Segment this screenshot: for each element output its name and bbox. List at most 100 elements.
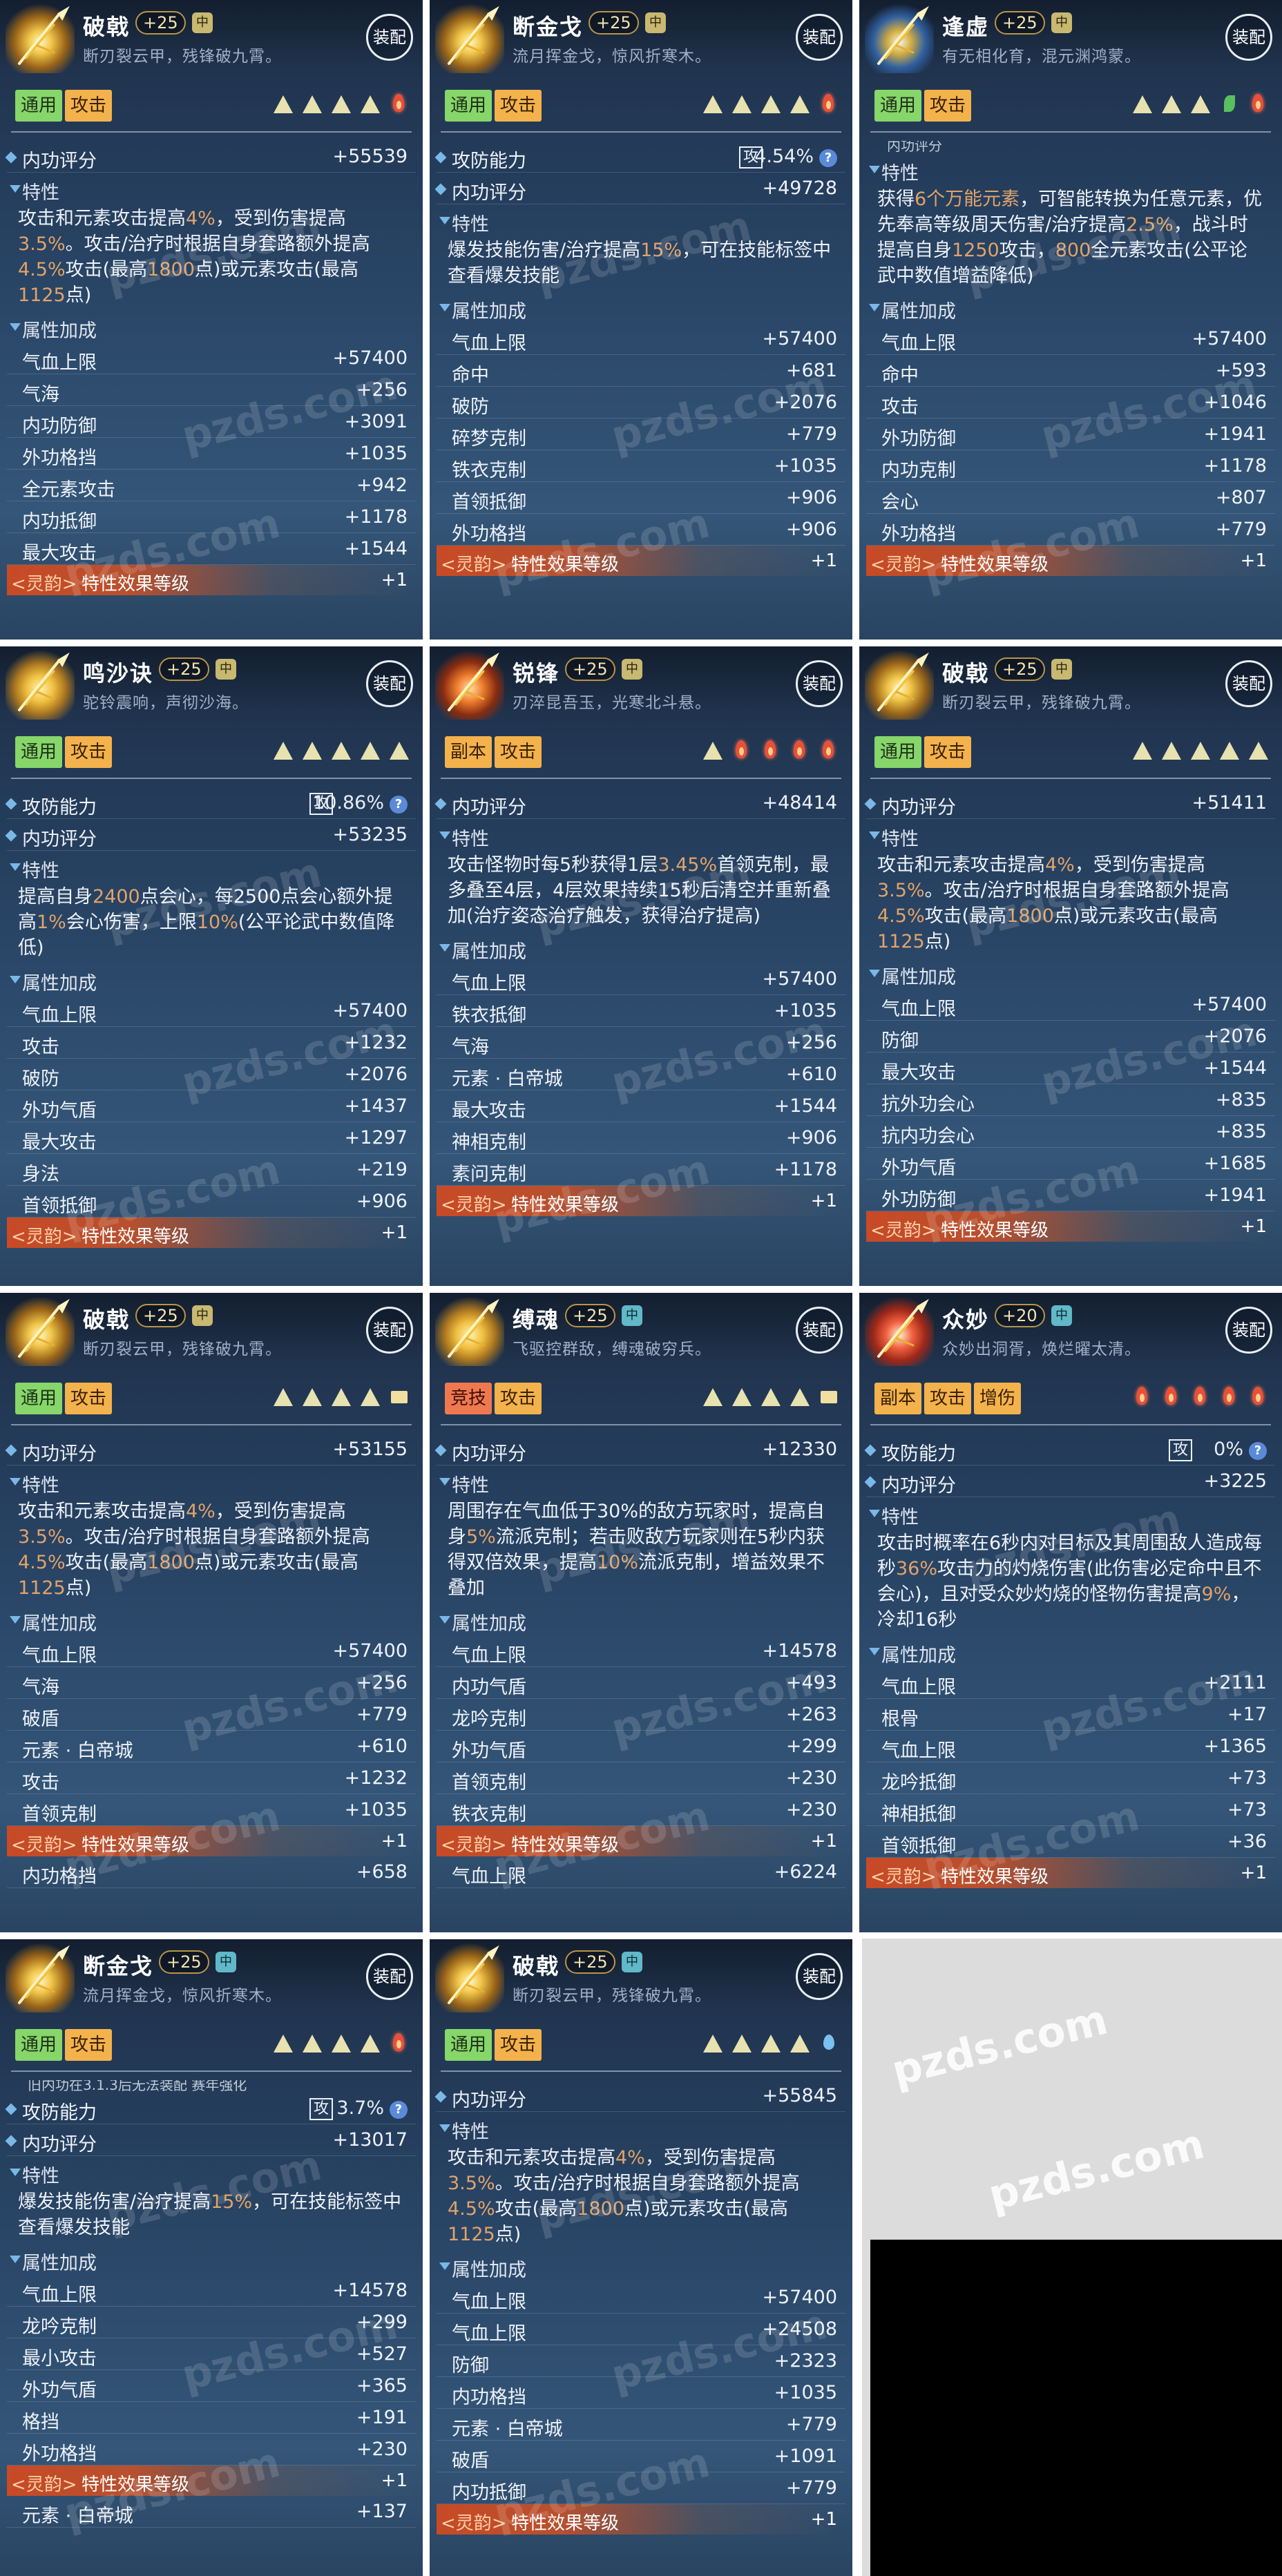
attack-toggle[interactable]: 攻 [1169,1439,1192,1461]
section-header[interactable]: 特性 [866,819,1275,851]
section-title: 特性 [452,829,489,850]
equip-button[interactable]: 装配 [1225,1307,1272,1354]
section-header[interactable]: 属性加成 [7,2243,416,2275]
description-text: 点) [65,285,92,306]
attack-defense-row: 攻防能力 攻 0%? [866,1434,1275,1465]
equip-button[interactable]: 装配 [796,14,843,61]
compass-icon [865,4,934,73]
section-header[interactable]: 属性加成 [437,932,845,963]
section-header[interactable]: 属性加成 [7,1604,416,1635]
upgrade-icon [731,2030,752,2058]
highlight-value: 4% [615,2147,645,2169]
equip-button[interactable]: 装配 [796,1307,843,1354]
ling-yun-label: <灵韵> [870,1867,937,1887]
stat-value: +1035 [774,2382,837,2403]
section-title: 属性加成 [22,2253,97,2274]
card-body: 内功评分 特性 获得6个万能元素，可智能转换为任意元素，优先奉高等级周天伤害/治疗提… [859,141,1282,640]
stat-value: +779 [785,423,837,445]
attribute-row: 气血上限 +14578 [437,1635,845,1667]
divider [11,1424,412,1425]
category-tag: 攻击 [65,736,113,768]
description-text: 点)或元素攻击(最高 [194,259,358,280]
attribute-row: 元素 · 白帝城 +137 [7,2496,416,2528]
flame-icon [818,91,839,119]
attribute-row: 最小攻击 +527 [7,2338,416,2370]
category-tag: 攻击 [495,2029,542,2061]
stat-label: 攻击 [22,1772,59,1794]
attribute-row: 气血上限 +57400 [866,989,1275,1021]
help-icon[interactable]: ? [390,2101,408,2119]
attribute-row: 会心 +807 [866,482,1275,514]
section-header[interactable]: 特性 [437,2112,845,2144]
description-text: 点) [65,1577,92,1599]
equip-button[interactable]: 装配 [366,14,413,61]
equip-button[interactable]: 装配 [366,660,413,707]
tag-list: 通用 攻击 [874,90,972,123]
section-header[interactable]: 属性加成 [7,311,416,343]
description-text: 。攻击/治疗时根据自身套路额外提高 [924,880,1230,901]
tag-list: 通用 攻击 [15,1383,113,1416]
section-header[interactable]: 特性 [866,1497,1275,1529]
stat-value: +2111 [1203,1672,1267,1693]
enhance-slots [272,738,409,765]
section-title: 属性加成 [881,967,956,988]
attribute-row: 外功格挡 +779 [866,514,1275,546]
section-header[interactable]: 特性 [866,153,1275,185]
stat-value: +57400 [332,347,408,369]
section-header[interactable]: 属性加成 [437,2250,845,2282]
section-header[interactable]: 特性 [437,819,845,851]
equip-button[interactable]: 装配 [366,1307,413,1354]
flame-icon [1247,1384,1268,1412]
section-header[interactable]: 特性 [437,1465,845,1497]
divider [441,2070,841,2072]
equip-button[interactable]: 装配 [1225,14,1272,61]
description-text: 。攻击/治疗时根据自身套路额外提高 [495,2173,800,2194]
section-header[interactable]: 属性加成 [866,1635,1275,1667]
ling-yun-row: <灵韵> 特性效果等级 +1 [866,1211,1275,1242]
section-header[interactable]: 特性 [7,851,416,883]
stat-value: +365 [356,2375,408,2396]
stat-label: 抗外功会心 [881,1094,975,1115]
section-title: 属性加成 [452,941,526,963]
section-header[interactable]: 属性加成 [437,1604,845,1635]
grade-icon: 中 [1051,1305,1072,1326]
stat-label: 元素 · 白帝城 [22,2506,133,2527]
stat-value: +2076 [774,392,837,413]
section-header[interactable]: 属性加成 [437,291,845,323]
tag-list: 竞技 攻击 [445,1383,542,1416]
attribute-row: 气血上限 +57400 [437,2282,845,2314]
attribute-row: 全元素攻击 +942 [7,470,416,501]
attribute-row: 龙吟克制 +299 [7,2307,416,2338]
stat-label: 防御 [881,1030,919,1052]
grade-icon: 中 [216,659,236,680]
attribute-row: 气血上限 +57400 [866,323,1275,355]
section-header[interactable]: 属性加成 [866,291,1275,323]
help-icon[interactable]: ? [819,149,837,167]
attack-toggle[interactable]: 攻 [309,2098,333,2120]
section-header[interactable]: 特性 [7,173,416,204]
trait-description: 爆发技能伤害/治疗提高15%，可在技能标签中查看爆发技能 [448,238,833,289]
level-badge: +25 [135,1304,186,1327]
section-header[interactable]: 属性加成 [866,957,1275,989]
stat-label: 攻防能力 [22,797,97,818]
help-icon[interactable]: ? [390,796,408,814]
stat-value: +57400 [762,328,837,349]
section-header[interactable]: 特性 [7,1465,416,1497]
equip-button[interactable]: 装配 [796,660,843,707]
stat-value: +6224 [774,1861,837,1883]
ling-yun-label: <灵韵> [441,1195,507,1215]
section-header[interactable]: 属性加成 [7,963,416,995]
equip-button[interactable]: 装配 [1225,660,1272,707]
grade-icon: 中 [1051,12,1072,33]
section-header[interactable]: 特性 [7,2156,416,2188]
highlight-value: 4% [186,1501,216,1522]
internal-score-row: 内功评分 +55845 [437,2080,845,2112]
description-text: 提高自身 [18,886,93,907]
equip-button[interactable]: 装配 [366,1953,413,2000]
attribute-row: 气血上限 +57400 [437,963,845,995]
equip-button[interactable]: 装配 [796,1953,843,2000]
help-icon[interactable]: ? [1249,1442,1267,1460]
card-body: 内功评分 +12330 特性 周围存在气血低于30%的敌方玩家时，提高自身5%流派克制… [430,1434,852,1932]
section-header[interactable]: 特性 [437,204,845,236]
category-tag: 通用 [874,90,922,122]
